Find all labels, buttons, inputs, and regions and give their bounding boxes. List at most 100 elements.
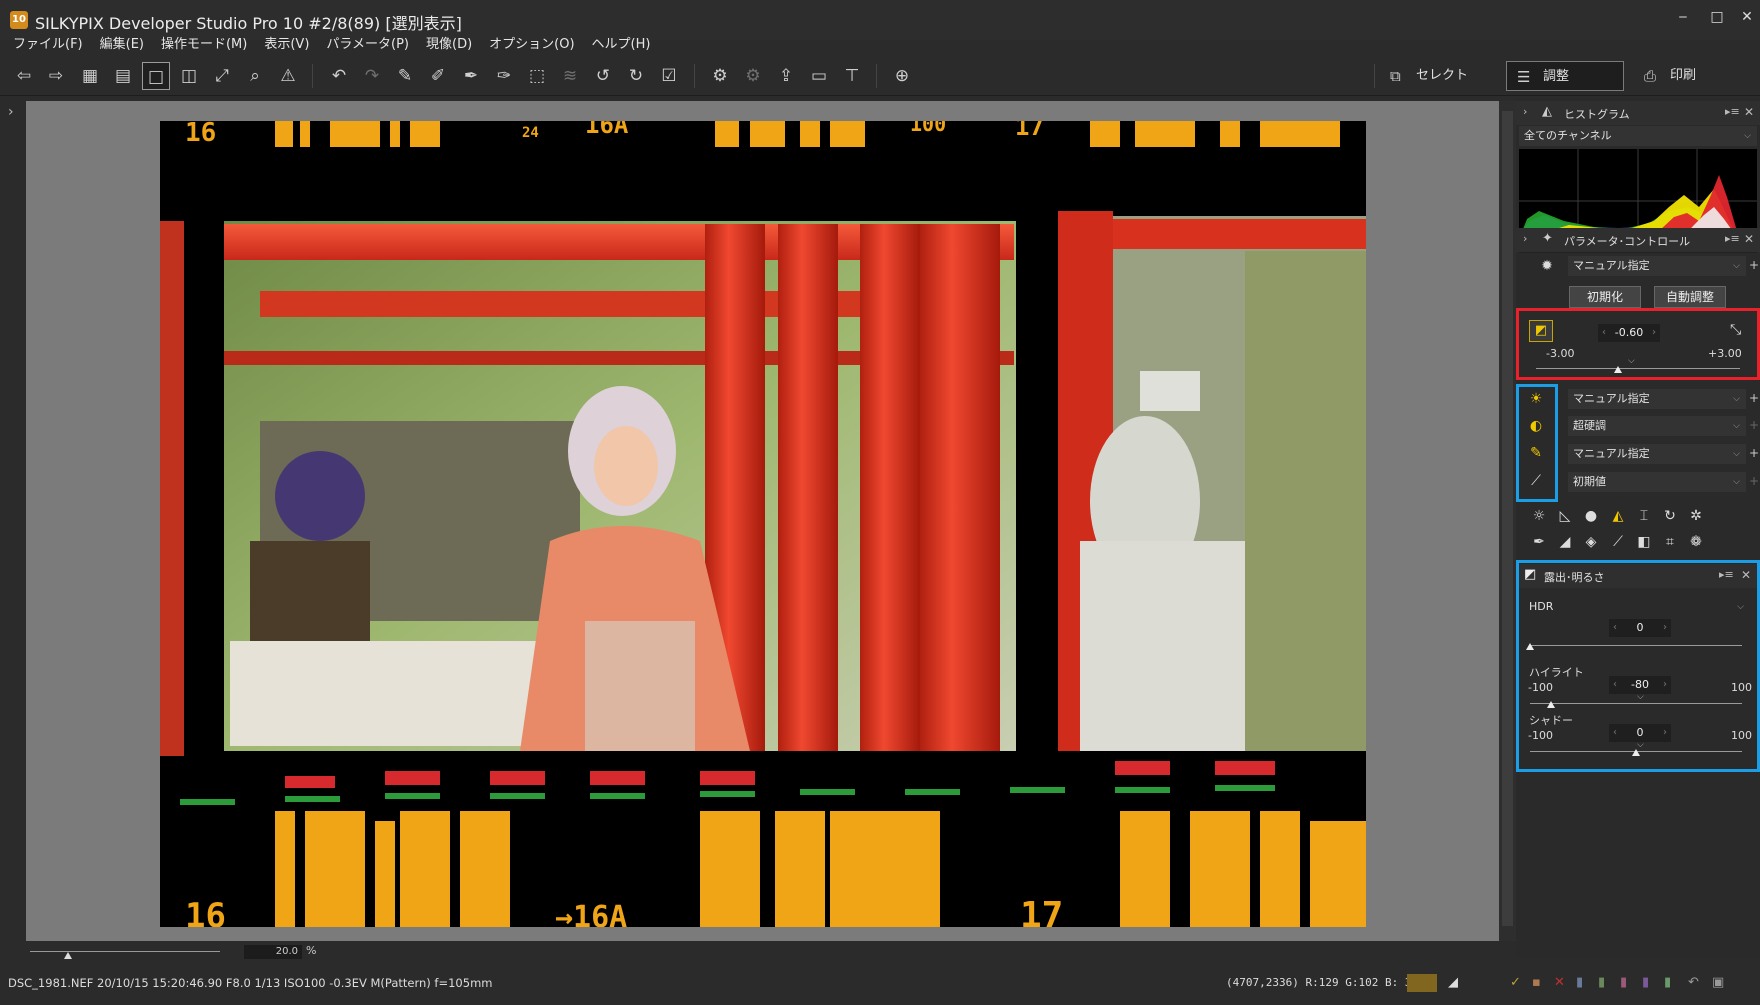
copy-parameters-icon[interactable]: ✎ [391, 62, 419, 90]
exposure-panel-header[interactable]: ◩ 露出･明るさ ▸≡ ✕ [1519, 564, 1757, 588]
label-pink-icon[interactable]: ▮ [1620, 975, 1627, 990]
label-green-icon[interactable]: ▮ [1598, 975, 1605, 990]
lens-icon[interactable]: ❁ [1685, 531, 1707, 553]
collapse-chevron-icon[interactable]: › [1523, 105, 1527, 118]
expand-icon[interactable]: ⤡ [1730, 322, 1741, 338]
display-icon[interactable]: ▭ [805, 62, 833, 90]
menu-edit[interactable]: 編集(E) [100, 34, 144, 56]
exposure-slider-thumb[interactable] [1613, 366, 1622, 373]
hdr-header[interactable]: HDR ⌵ [1524, 597, 1750, 617]
shadow-slider-thumb[interactable] [1632, 749, 1640, 756]
white-balance-icon[interactable]: ☀ [1525, 388, 1547, 410]
layers-icon[interactable]: ≋ [556, 62, 584, 90]
redo-icon[interactable]: ↷ [358, 62, 386, 90]
undo-icon[interactable]: ↶ [325, 62, 353, 90]
lock-icon[interactable]: ▣ [1712, 975, 1724, 990]
print-mode-button[interactable]: ⎙ 印刷 [1634, 61, 1744, 91]
add-icon[interactable]: + [1749, 418, 1759, 432]
increment-arrow-icon[interactable]: › [1663, 619, 1667, 637]
next-image-icon[interactable]: ⇨ [42, 62, 70, 90]
exposure-value-box[interactable]: ‹ -0.60 › [1598, 324, 1660, 342]
sharpness-select[interactable]: 初期値 ⌵ [1568, 472, 1746, 492]
zoom-icon[interactable]: ⌕ [241, 62, 269, 90]
parameter-preset-select[interactable]: マニュアル指定 ⌵ [1568, 256, 1746, 276]
batch-develop-icon[interactable]: ⚙ [739, 62, 767, 90]
fill-icon[interactable]: ◧ [1633, 531, 1655, 553]
brush-icon[interactable]: ✑ [490, 62, 518, 90]
dynamic-range-icon[interactable]: ⌶ [1633, 505, 1655, 527]
color-select[interactable]: マニュアル指定 ⌵ [1568, 444, 1746, 464]
menu-parameter[interactable]: パラメータ(P) [326, 34, 409, 56]
add-icon[interactable]: + [1749, 446, 1759, 460]
minimize-button[interactable]: ‒ [1670, 6, 1696, 28]
panel-menu-icon[interactable]: ▸≡ [1719, 568, 1734, 581]
fullscreen-icon[interactable]: ⤢ [208, 62, 236, 90]
zoom-value[interactable]: 20.0 [244, 945, 302, 959]
collapse-chevron-icon[interactable]: › [1523, 232, 1527, 245]
compare-view-icon[interactable]: ◫ [175, 62, 203, 90]
zoom-slider-track[interactable] [30, 951, 220, 952]
reject-mark-icon[interactable]: ✕ [1554, 975, 1565, 990]
export-icon[interactable]: ⇪ [772, 62, 800, 90]
exposure-tool-icon[interactable]: ☼ [1528, 505, 1550, 527]
crop-icon[interactable]: ⌗ [1659, 531, 1681, 553]
close-button[interactable]: ✕ [1734, 6, 1760, 28]
panel-close-icon[interactable]: ✕ [1741, 568, 1751, 582]
label-blue-icon[interactable]: ▮ [1576, 975, 1583, 990]
highlight-slider-track[interactable] [1530, 703, 1742, 704]
white-balance-select[interactable]: マニュアル指定 ⌵ [1568, 389, 1746, 409]
add-icon[interactable]: + [1749, 474, 1759, 488]
histogram-panel-header[interactable]: › ◭ ヒストグラム ▸≡ ✕ [1516, 101, 1760, 125]
gradient-icon[interactable]: ◢ [1554, 531, 1576, 553]
label-purple-icon[interactable]: ▮ [1642, 975, 1649, 990]
decrement-arrow-icon[interactable]: ‹ [1602, 324, 1606, 342]
panel-menu-icon[interactable]: ▸≡ [1725, 232, 1740, 245]
sharpness-icon[interactable]: ⟋ [1525, 470, 1547, 492]
paste-parameters-icon[interactable]: ✐ [424, 62, 452, 90]
decrement-arrow-icon[interactable]: ‹ [1613, 724, 1617, 742]
develop-icon[interactable]: ⚙ [706, 62, 734, 90]
exposure-slider-track[interactable] [1536, 368, 1740, 369]
spot-icon[interactable]: ✒ [1528, 531, 1550, 553]
rotation-icon[interactable]: ↻ [1659, 505, 1681, 527]
mark-icon[interactable]: ☑ [655, 62, 683, 90]
undo-mark-icon[interactable]: ↶ [1688, 975, 1699, 990]
menu-help[interactable]: ヘルプ(H) [592, 34, 651, 56]
decrement-arrow-icon[interactable]: ‹ [1613, 619, 1617, 637]
menu-develop[interactable]: 現像(D) [426, 34, 472, 56]
fish-icon[interactable]: ◈ [1580, 531, 1602, 553]
reset-button[interactable]: 初期化 [1569, 286, 1641, 308]
tone-select[interactable]: 超硬調 ⌵ [1568, 416, 1746, 436]
panel-close-icon[interactable]: ✕ [1744, 232, 1754, 246]
add-preset-icon[interactable]: + [1749, 258, 1759, 272]
decrement-arrow-icon[interactable]: ‹ [1613, 676, 1617, 694]
increment-arrow-icon[interactable]: › [1663, 676, 1667, 694]
dropper-icon[interactable]: ✒ [457, 62, 485, 90]
hdr-value-box[interactable]: ‹ 0 › [1609, 619, 1671, 637]
preview-vertical-scrollbar[interactable] [1499, 101, 1516, 941]
tool-icon[interactable]: ⊤ [838, 62, 866, 90]
exposure-icon[interactable]: ◩ [1529, 320, 1553, 342]
saturation-icon[interactable]: ● [1580, 505, 1602, 527]
gear-icon[interactable]: ✹ [1536, 255, 1558, 277]
single-view-icon[interactable]: □ [142, 62, 170, 90]
color-icon[interactable]: ✎ [1525, 442, 1547, 464]
increment-arrow-icon[interactable]: › [1652, 324, 1656, 342]
hdr-slider-thumb[interactable] [1526, 643, 1534, 650]
zoom-slider-thumb[interactable] [64, 952, 72, 959]
add-icon[interactable]: + [1749, 391, 1759, 405]
select-mode-button[interactable]: ⧉ セレクト [1380, 61, 1490, 91]
rotate-right-icon[interactable]: ↻ [622, 62, 650, 90]
preview-photo[interactable]: 16 24 16A 100 17 16 →16A 17 [160, 121, 1366, 927]
folder-mark-icon[interactable]: ▪ [1532, 975, 1541, 990]
maximize-button[interactable]: □ [1704, 6, 1730, 28]
adjust-mode-button[interactable]: ☰ 調整 [1506, 61, 1624, 91]
panel-close-icon[interactable]: ✕ [1744, 105, 1754, 119]
scrollbar-thumb[interactable] [1502, 111, 1513, 926]
label-teal-icon[interactable]: ▮ [1664, 975, 1671, 990]
transform-icon[interactable]: ⬚ [523, 62, 551, 90]
tone-curve-icon[interactable]: ◺ [1554, 505, 1576, 527]
brightness-icon[interactable]: ◭ [1607, 505, 1629, 527]
auto-adjust-button[interactable]: 自動調整 [1654, 286, 1726, 308]
thumbnail-view-icon[interactable]: ▦ [76, 62, 104, 90]
